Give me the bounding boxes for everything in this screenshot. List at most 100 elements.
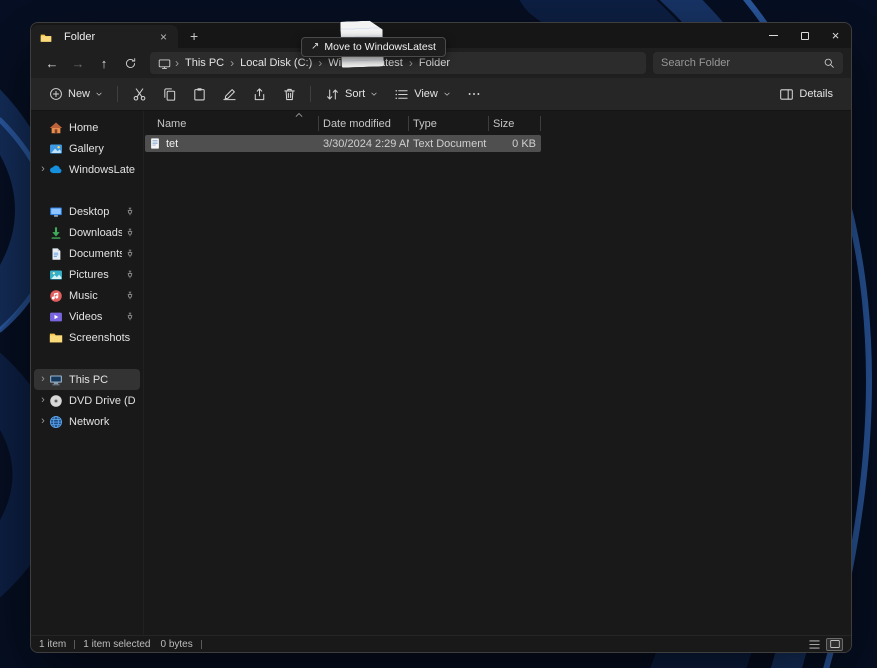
sidebar-item-label: Music: [69, 290, 122, 302]
details-view-button[interactable]: [806, 638, 823, 651]
more-options-button[interactable]: [459, 81, 489, 107]
file-explorer-window: Folder × + × ← → ↑ › This PC › Local Dis…: [30, 22, 852, 653]
breadcrumb-folder[interactable]: Folder: [415, 57, 454, 69]
plus-circle-icon: [49, 87, 63, 101]
breadcrumb-this-pc[interactable]: This PC: [181, 57, 228, 69]
details-pane-icon: [779, 87, 794, 102]
this-pc-icon: [158, 57, 171, 70]
sidebar-item-label: Desktop: [69, 206, 122, 218]
item-count: 1 item: [39, 639, 66, 650]
ellipsis-icon: [467, 87, 481, 101]
new-button-label: New: [68, 88, 90, 100]
sidebar-item-label: This PC: [69, 374, 135, 386]
sort-button-label: Sort: [345, 88, 365, 100]
file-name: tet: [166, 138, 178, 150]
file-list-pane: Name Date modified Type Size tet 3/30/20…: [143, 111, 851, 635]
view-button[interactable]: View: [386, 81, 459, 107]
status-divider: [201, 640, 202, 649]
this-pc-icon: [49, 373, 63, 387]
back-button[interactable]: ←: [39, 51, 65, 75]
copy-button[interactable]: [154, 81, 184, 107]
status-divider: [74, 640, 75, 649]
file-name-cell: tet: [145, 137, 319, 150]
status-bar: 1 item 1 item selected 0 bytes: [31, 635, 851, 652]
sort-icon: [325, 87, 340, 102]
up-button[interactable]: ↑: [91, 51, 117, 75]
breadcrumb-separator-icon: ›: [316, 57, 324, 69]
new-button[interactable]: New: [41, 81, 111, 107]
sidebar-item-label: Pictures: [69, 269, 122, 281]
text-document-icon: [149, 137, 161, 150]
sidebar-item-dvd-drive[interactable]: › DVD Drive (D:) CCC: [34, 390, 140, 411]
refresh-button[interactable]: [117, 51, 143, 75]
maximize-icon: [801, 32, 809, 40]
sidebar-item-pictures[interactable]: Pictures: [34, 264, 140, 285]
details-pane-button[interactable]: Details: [771, 81, 841, 107]
sidebar-item-label: Videos: [69, 311, 122, 323]
breadcrumb-local-disk[interactable]: Local Disk (C:): [236, 57, 316, 69]
sidebar-item-screenshots[interactable]: Screenshots: [34, 327, 140, 348]
expand-chevron-icon[interactable]: ›: [37, 164, 49, 175]
chevron-down-icon: [95, 90, 103, 98]
drag-move-tooltip: ↗ Move to WindowsLatest: [301, 37, 446, 57]
breadcrumb-separator-icon: ›: [173, 57, 181, 69]
large-icons-view-button[interactable]: [826, 638, 843, 651]
sidebar-item-label: Gallery: [69, 143, 135, 155]
tab-close-icon[interactable]: ×: [158, 31, 169, 43]
paste-icon: [192, 87, 207, 102]
new-tab-button[interactable]: +: [178, 28, 210, 44]
refresh-icon: [124, 57, 137, 70]
column-header-type[interactable]: Type: [409, 116, 489, 131]
file-row-selected[interactable]: tet 3/30/2024 2:29 AM Text Document 0 KB: [145, 135, 541, 152]
sidebar-item-desktop[interactable]: Desktop: [34, 201, 140, 222]
share-button[interactable]: [244, 81, 274, 107]
paste-button[interactable]: [184, 81, 214, 107]
sidebar-item-this-pc[interactable]: › This PC: [34, 369, 140, 390]
sidebar-item-network[interactable]: › Network: [34, 411, 140, 432]
expand-chevron-icon[interactable]: ›: [37, 416, 49, 427]
file-size: 0 KB: [489, 138, 541, 150]
pin-icon: [125, 290, 135, 301]
search-box[interactable]: Search Folder: [653, 52, 843, 74]
column-header-date-modified[interactable]: Date modified: [319, 116, 409, 131]
cut-button[interactable]: [124, 81, 154, 107]
delete-button[interactable]: [274, 81, 304, 107]
column-header-name[interactable]: Name: [145, 116, 319, 131]
folder-icon: [49, 331, 63, 345]
sidebar-item-onedrive[interactable]: › WindowsLatest - Pe: [34, 159, 140, 180]
sidebar-item-label: Documents: [69, 248, 122, 260]
breadcrumb-separator-icon: ›: [407, 57, 415, 69]
sort-button[interactable]: Sort: [317, 81, 386, 107]
expand-chevron-icon[interactable]: ›: [37, 395, 49, 406]
content-area: Home Gallery › WindowsLatest - Pe Deskto…: [31, 111, 851, 635]
rename-button[interactable]: [214, 81, 244, 107]
desktop-icon: [49, 205, 63, 219]
cut-icon: [132, 87, 147, 102]
sidebar-item-downloads[interactable]: Downloads: [34, 222, 140, 243]
chevron-down-icon: [443, 90, 451, 98]
expand-chevron-icon[interactable]: ›: [37, 374, 49, 385]
column-headers: Name Date modified Type Size: [145, 114, 851, 133]
minimize-button[interactable]: [758, 23, 789, 48]
pictures-icon: [49, 268, 63, 282]
maximize-button[interactable]: [789, 23, 820, 48]
drag-tooltip-label: Move to WindowsLatest: [324, 41, 435, 53]
command-bar: New Sort View: [31, 78, 851, 111]
sidebar-item-gallery[interactable]: Gallery: [34, 138, 140, 159]
file-date-modified: 3/30/2024 2:29 AM: [319, 138, 409, 150]
view-toggle-group: [806, 638, 843, 651]
search-icon: [823, 57, 835, 69]
videos-icon: [49, 310, 63, 324]
close-button[interactable]: ×: [820, 23, 851, 48]
tab-folder[interactable]: Folder ×: [31, 25, 178, 48]
breadcrumb-separator-icon: ›: [228, 57, 236, 69]
sidebar-item-music[interactable]: Music: [34, 285, 140, 306]
forward-button[interactable]: →: [65, 51, 91, 75]
sidebar-item-home[interactable]: Home: [34, 117, 140, 138]
pin-icon: [125, 269, 135, 280]
sidebar-item-documents[interactable]: Documents: [34, 243, 140, 264]
column-header-size[interactable]: Size: [489, 116, 541, 131]
sidebar-gap: [31, 348, 143, 369]
sidebar-item-label: Downloads: [69, 227, 122, 239]
sidebar-item-videos[interactable]: Videos: [34, 306, 140, 327]
